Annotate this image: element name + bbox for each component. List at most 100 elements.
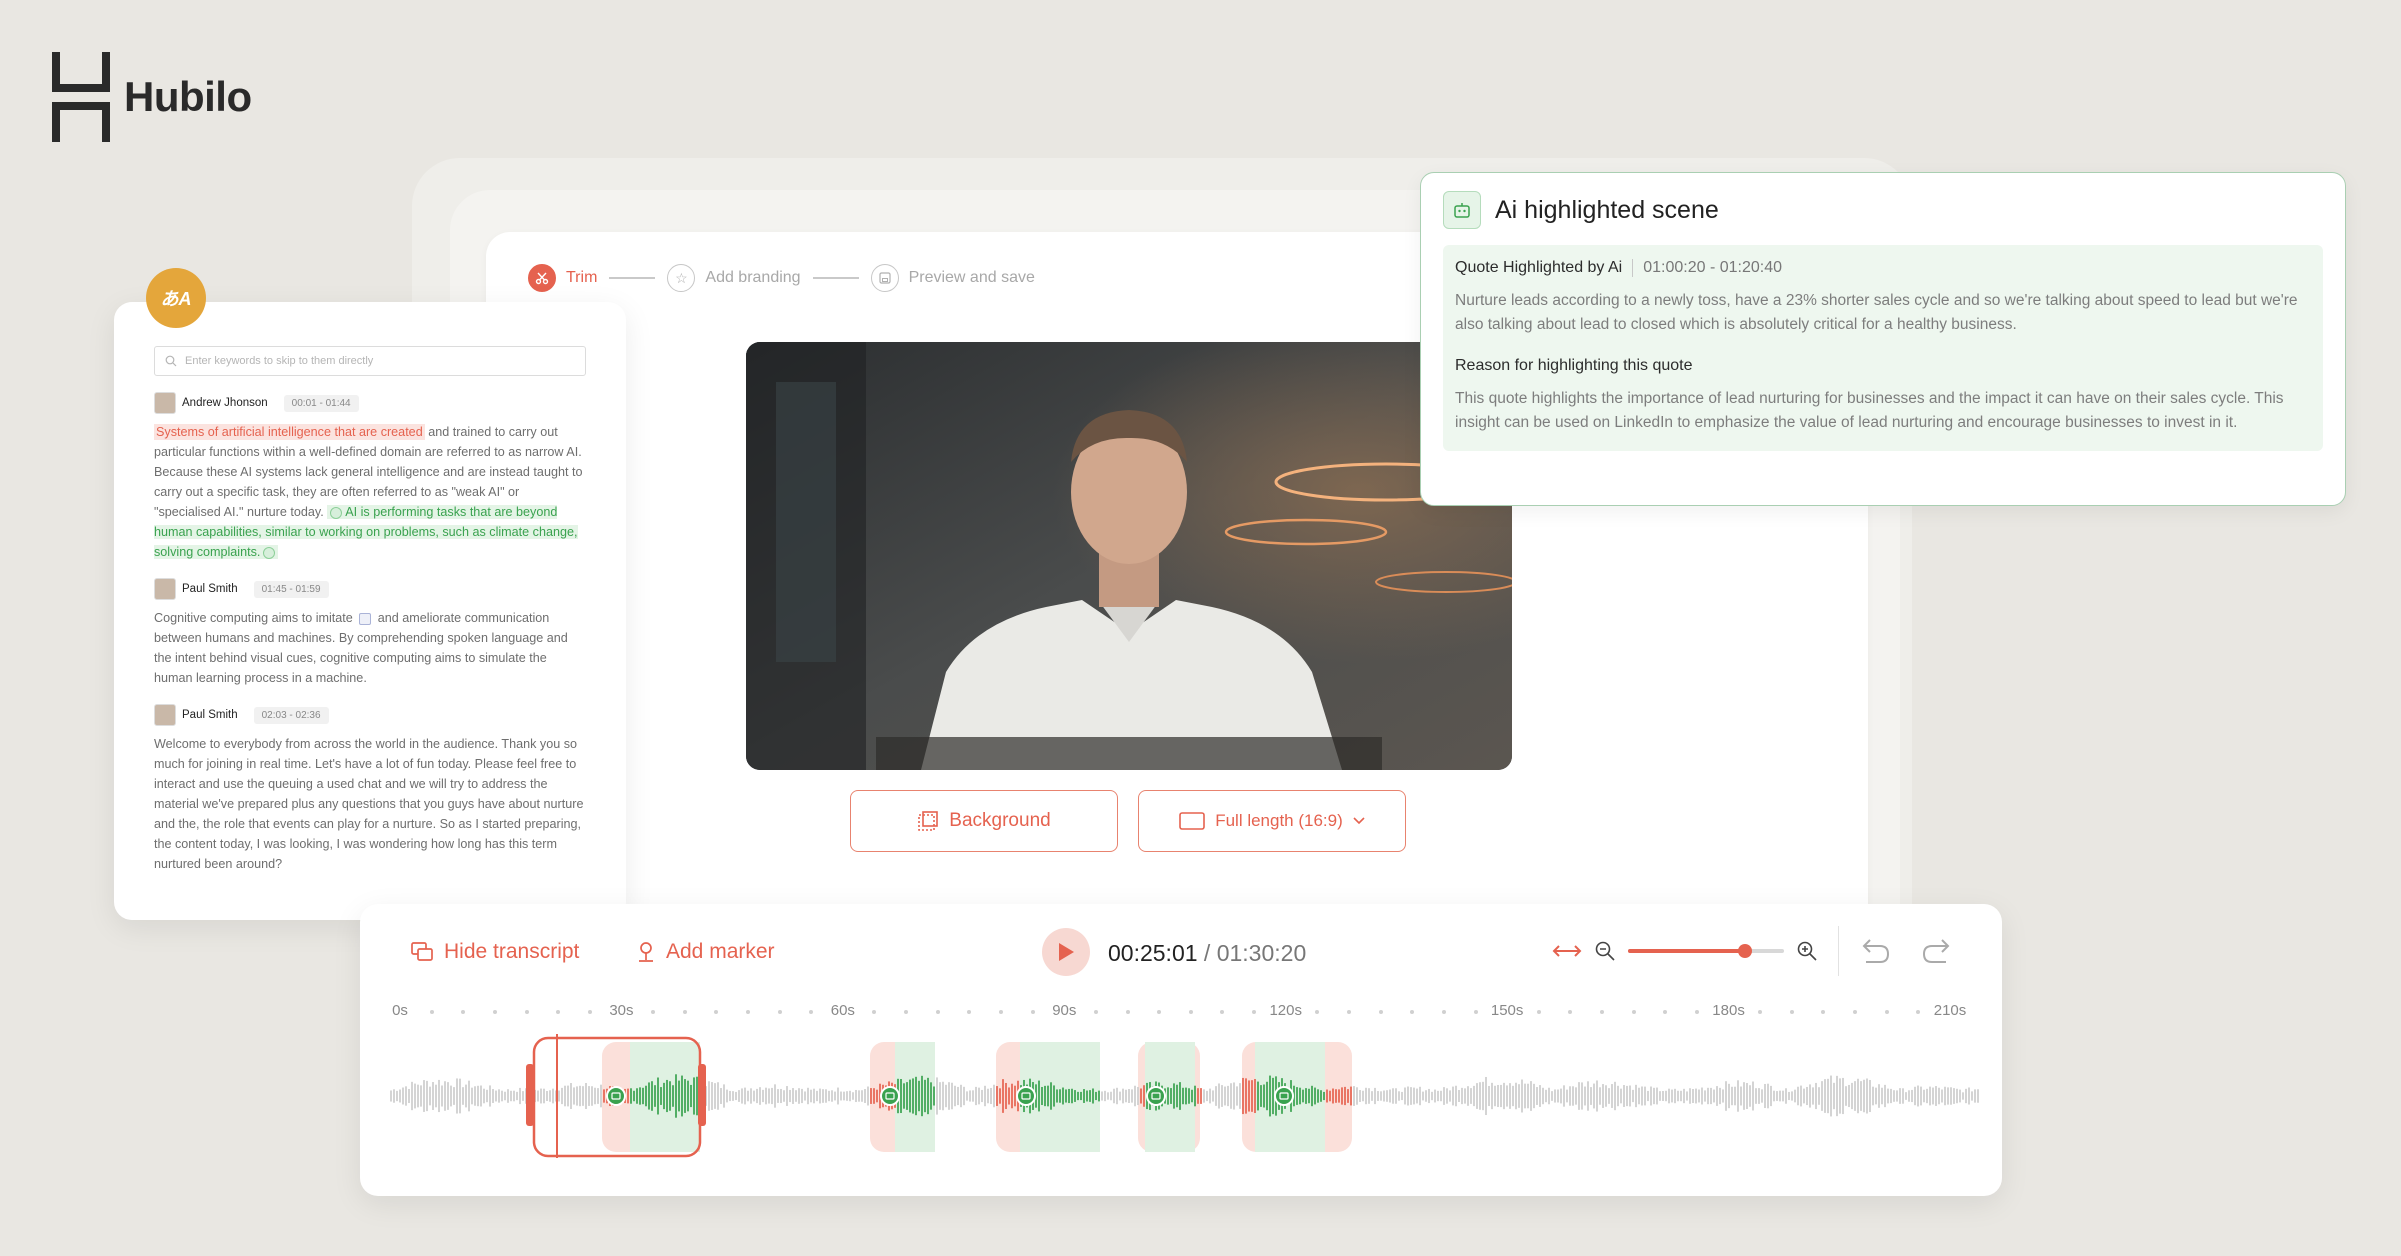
waveform-bar bbox=[645, 1085, 647, 1107]
fit-width-icon[interactable] bbox=[1552, 942, 1582, 960]
waveform-bar bbox=[1050, 1082, 1052, 1110]
step-add-branding[interactable]: ☆ Add branding bbox=[667, 264, 801, 292]
marker-icon[interactable] bbox=[359, 612, 372, 625]
ruler-tick bbox=[872, 1010, 877, 1014]
waveform-bar bbox=[450, 1085, 452, 1107]
undo-icon[interactable] bbox=[1860, 936, 1892, 966]
waveform-bar bbox=[1128, 1089, 1130, 1103]
waveform-bar bbox=[1587, 1081, 1589, 1111]
waveform-bar bbox=[813, 1088, 815, 1104]
waveform-bar bbox=[1242, 1077, 1244, 1115]
zoom-out-icon[interactable] bbox=[1594, 940, 1616, 962]
waveform-bar bbox=[390, 1090, 392, 1102]
ruler-tick bbox=[1220, 1010, 1225, 1014]
waveform-bar bbox=[1740, 1086, 1742, 1106]
waveform-bar bbox=[546, 1091, 548, 1101]
step-trim[interactable]: Trim bbox=[528, 264, 597, 292]
quote-label: Quote Highlighted by Ai bbox=[1455, 259, 1623, 276]
ai-marker-icon bbox=[880, 1086, 900, 1106]
waveform-bar bbox=[1434, 1089, 1436, 1103]
transcript-search-input[interactable]: Enter keywords to skip to them directly bbox=[154, 346, 586, 376]
waveform-bar bbox=[1836, 1075, 1838, 1117]
waveform-bar bbox=[1326, 1089, 1328, 1103]
transcript-entry[interactable]: Andrew Jhonson 00:01 - 01:44 Systems of … bbox=[154, 392, 586, 562]
waveform-bar bbox=[1257, 1081, 1259, 1111]
waveform-bar bbox=[501, 1090, 503, 1102]
waveform-bar bbox=[690, 1084, 692, 1108]
waveform-bar bbox=[1764, 1083, 1766, 1109]
waveform-bar bbox=[846, 1091, 848, 1101]
waveform-bar bbox=[561, 1087, 563, 1105]
waveform-bar bbox=[1974, 1089, 1976, 1103]
aspect-ratio-label: Full length (16:9) bbox=[1215, 811, 1343, 830]
waveform-bar bbox=[1875, 1087, 1877, 1105]
waveform-bar bbox=[780, 1088, 782, 1104]
transcript-entry[interactable]: Paul Smith 01:45 - 01:59 Cognitive compu… bbox=[154, 578, 586, 688]
waveform-bar bbox=[462, 1087, 464, 1105]
ruler-tick bbox=[429, 1010, 434, 1014]
trimmed-highlight[interactable]: Systems of artificial intelligence that … bbox=[154, 424, 425, 440]
waveform-bar bbox=[1905, 1092, 1907, 1100]
waveform-bar bbox=[1653, 1087, 1655, 1105]
waveform-bar bbox=[1380, 1091, 1382, 1101]
aspect-ratio-icon bbox=[1179, 812, 1206, 830]
step-preview-save[interactable]: Preview and save bbox=[870, 264, 1035, 292]
add-marker-button[interactable]: Add marker bbox=[636, 940, 775, 964]
waveform-bar bbox=[1224, 1086, 1226, 1106]
waveform-bar bbox=[1458, 1090, 1460, 1102]
waveform-bar bbox=[1605, 1085, 1607, 1107]
waveform-bar bbox=[444, 1081, 446, 1111]
hide-transcript-button[interactable]: Hide transcript bbox=[410, 940, 579, 964]
waveform-bar bbox=[954, 1085, 956, 1107]
waveform-bar bbox=[630, 1088, 632, 1104]
waveform-bar bbox=[1701, 1087, 1703, 1105]
waveform-bar bbox=[1248, 1080, 1250, 1112]
waveform-bar bbox=[1272, 1077, 1274, 1115]
waveform-bar bbox=[996, 1086, 998, 1106]
translate-badge[interactable]: あA bbox=[146, 268, 206, 328]
waveform-bar bbox=[1725, 1081, 1727, 1111]
waveform-bar bbox=[1263, 1084, 1265, 1108]
waveform-bar bbox=[1662, 1091, 1664, 1101]
waveform-bar bbox=[1083, 1089, 1085, 1103]
waveform-bar bbox=[1857, 1078, 1859, 1114]
play-button[interactable] bbox=[1042, 928, 1090, 976]
waveform-bar bbox=[981, 1089, 983, 1103]
waveform-bar bbox=[1494, 1085, 1496, 1107]
background-button[interactable]: Background bbox=[850, 790, 1118, 852]
redo-icon[interactable] bbox=[1920, 936, 1952, 966]
waveform-bar bbox=[1080, 1091, 1082, 1101]
ruler-tick bbox=[492, 1010, 497, 1014]
waveform-bar bbox=[1011, 1083, 1013, 1109]
waveform-bar bbox=[654, 1085, 656, 1107]
waveform-bar bbox=[1137, 1086, 1139, 1106]
waveform-bar bbox=[1923, 1089, 1925, 1103]
waveform-bar bbox=[633, 1090, 635, 1102]
transcript-entry[interactable]: Paul Smith 02:03 - 02:36 Welcome to ever… bbox=[154, 704, 586, 874]
waveform-bar bbox=[1212, 1090, 1214, 1102]
waveform-bar bbox=[1479, 1082, 1481, 1110]
zoom-in-icon[interactable] bbox=[1796, 940, 1818, 962]
transcript-entry-header: Andrew Jhonson 00:01 - 01:44 bbox=[154, 392, 586, 414]
waveform-bar bbox=[1005, 1082, 1007, 1110]
audio-waveform[interactable] bbox=[390, 1034, 1980, 1184]
zoom-slider-handle[interactable] bbox=[1738, 944, 1752, 958]
ruler-tick bbox=[524, 1010, 529, 1014]
waveform-bar bbox=[1008, 1087, 1010, 1105]
waveform-bar bbox=[912, 1078, 914, 1114]
video-preview[interactable] bbox=[746, 342, 1512, 770]
transcript-icon bbox=[411, 942, 433, 961]
waveform-bar bbox=[711, 1082, 713, 1110]
waveform-bar bbox=[498, 1089, 500, 1103]
waveform-bar bbox=[717, 1082, 719, 1110]
waveform-bar bbox=[738, 1090, 740, 1102]
zoom-slider[interactable] bbox=[1628, 941, 1784, 961]
waveform-bar bbox=[1578, 1082, 1580, 1110]
waveform-bar bbox=[1092, 1088, 1094, 1104]
waveform-bar bbox=[1503, 1082, 1505, 1110]
waveform-bar bbox=[1563, 1085, 1565, 1107]
aspect-ratio-dropdown[interactable]: Full length (16:9) bbox=[1138, 790, 1406, 852]
waveform-bar bbox=[831, 1090, 833, 1102]
waveform-bar bbox=[1938, 1087, 1940, 1105]
waveform-bar bbox=[678, 1080, 680, 1112]
